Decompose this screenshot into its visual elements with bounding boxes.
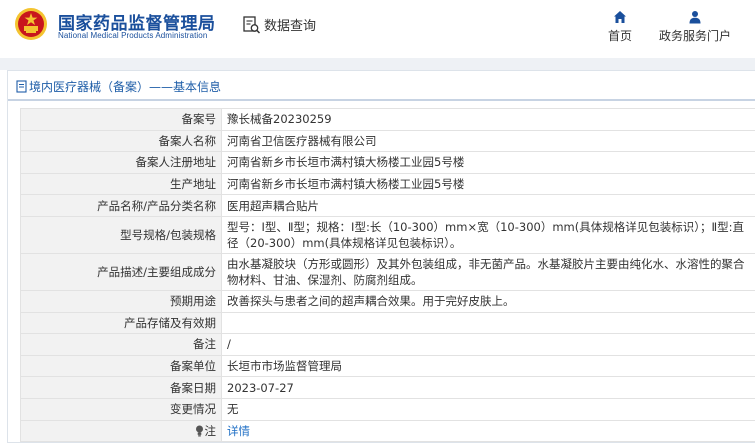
field-label: 备案人注册地址 [21,152,222,174]
field-value: 改善探头与患者之间的超声耦合效果。用于完好皮肤上。 [222,290,755,312]
table-row: 备案人注册地址 河南省新乡市长垣市满村镇大杨楼工业园5号楼 [21,152,755,174]
user-icon [688,10,702,24]
field-label: 产品名称/产品分类名称 [21,195,222,217]
table-row: 型号规格/包装规格 型号：Ⅰ型、Ⅱ型；规格：Ⅰ型:长（10-300）mm×宽（1… [21,216,755,253]
table-row: 产品名称/产品分类名称 医用超声耦合贴片 [21,195,755,217]
nav-home[interactable]: 首页 [605,10,635,44]
field-value: 长垣市市场监督管理局 [222,355,755,377]
record-detail-table: 备案号 豫长械备20230259 备案人名称 河南省卫信医疗器械有限公司 备案人… [20,108,755,442]
note-label: 注 [21,420,222,442]
field-value: 型号：Ⅰ型、Ⅱ型；规格：Ⅰ型:长（10-300）mm×宽（10-300）mm(具… [222,216,755,253]
field-label: 型号规格/包装规格 [21,216,222,253]
field-label: 变更情况 [21,398,222,420]
table-row: 备注 / [21,334,755,356]
table-row: 预期用途 改善探头与患者之间的超声耦合效果。用于完好皮肤上。 [21,290,755,312]
agency-english-name: National Medical Products Administration [58,31,207,40]
field-value: 豫长械备20230259 [222,109,755,131]
table-row: 生产地址 河南省新乡市长垣市满村镇大杨楼工业园5号楼 [21,173,755,195]
note-label-text: 注 [205,424,217,438]
nav-service-portal-label: 政务服务门户 [655,27,735,44]
document-search-icon [242,15,262,35]
breadcrumb: 境内医疗器械（备案）——基本信息 [16,78,221,94]
field-label: 备案单位 [21,355,222,377]
table-row: 产品存储及有效期 [21,312,755,334]
field-label: 预期用途 [21,290,222,312]
nav-service-portal[interactable]: 政务服务门户 [655,10,735,44]
field-label: 产品描述/主要组成成分 [21,253,222,290]
nav-home-label: 首页 [605,27,635,44]
field-label: 产品存储及有效期 [21,312,222,334]
field-label: 备案日期 [21,377,222,399]
field-value: 由水基凝胶块（方形或圆形）及其外包装组成，非无菌产品。水基凝胶片主要由纯化水、水… [222,253,755,290]
page-title: 数据查询 [264,15,316,34]
home-icon [613,10,627,24]
field-value: 河南省新乡市长垣市满村镇大杨楼工业园5号楼 [222,152,755,174]
field-value: 详情 [222,420,755,442]
field-value: 河南省新乡市长垣市满村镇大杨楼工业园5号楼 [222,173,755,195]
field-label: 备案人名称 [21,130,222,152]
lightbulb-icon [195,425,204,437]
details-link[interactable]: 详情 [227,424,250,438]
table-row: 注 详情 [21,420,755,442]
table-row: 备案人名称 河南省卫信医疗器械有限公司 [21,130,755,152]
field-label: 备案号 [21,109,222,131]
field-value: 无 [222,398,755,420]
table-row: 备案日期 2023-07-27 [21,377,755,399]
field-value: 2023-07-27 [222,377,755,399]
field-value: / [222,334,755,356]
field-label: 生产地址 [21,173,222,195]
table-row: 备案单位 长垣市市场监督管理局 [21,355,755,377]
breadcrumb-text: 境内医疗器械（备案）——基本信息 [29,80,221,94]
table-row: 变更情况 无 [21,398,755,420]
field-value [222,312,755,334]
field-value: 河南省卫信医疗器械有限公司 [222,130,755,152]
field-value: 医用超声耦合贴片 [222,195,755,217]
national-emblem-icon [14,7,48,41]
header-divider-band [0,58,755,70]
field-label: 备注 [21,334,222,356]
breadcrumb-underline [8,99,755,101]
table-row: 备案号 豫长械备20230259 [21,109,755,131]
detail-panel: 境内医疗器械（备案）——基本信息 备案号 豫长械备20230259 备案人名称 … [7,70,755,443]
table-row: 产品描述/主要组成成分 由水基凝胶块（方形或圆形）及其外包装组成，非无菌产品。水… [21,253,755,290]
document-icon [16,80,27,93]
site-header: 国家药品监督管理局 National Medical Products Admi… [0,0,755,58]
